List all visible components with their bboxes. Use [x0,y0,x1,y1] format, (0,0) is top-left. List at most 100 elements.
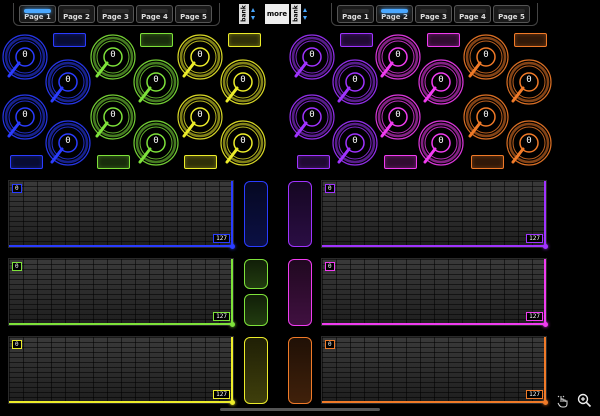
right-knob-purple-2-2[interactable]: 0 [332,120,378,166]
left-knob-blue-2-2-value: 0 [65,136,71,146]
left-knob-yellow-6-1-value: 0 [240,75,246,85]
right-knob-orange-5-2[interactable]: 0 [463,94,509,140]
left-knob-yellow-5-2-value: 0 [197,110,203,120]
right-knob-magenta-3-1[interactable]: 0 [375,34,421,80]
left-knob-blue-2-2[interactable]: 0 [45,120,91,166]
left-bank-button[interactable]: bank [239,4,249,24]
left-xy-pad-yellow-right-edge [231,337,233,403]
right-xy-pad-purple-handle[interactable] [543,244,548,249]
right-knob-magenta-3-2[interactable]: 0 [375,94,421,140]
right-knob-orange-6-1[interactable]: 0 [506,59,552,105]
right-xy-pad-purple-right-edge [544,181,546,247]
right-knob-magenta-4-2[interactable]: 0 [418,120,464,166]
left-xy-pad-green-max-label: 127 [213,312,230,321]
left-knob-blue-1-1[interactable]: 0 [2,34,48,80]
right-knob-magenta-4-1-value: 0 [438,75,444,85]
right-xy-pad-magenta-handle[interactable] [543,322,548,327]
right-xy-pad-orange-min-label: 0 [325,340,335,349]
right-knob-purple-2-2-value: 0 [352,136,358,146]
left-xy-pad-green[interactable]: 0 127 [8,258,235,327]
left-pad-top-yellow[interactable] [228,33,261,47]
right-xy-pad-magenta-min-label: 0 [325,262,335,271]
right-xy-pad-magenta-bottom-edge [322,323,546,325]
left-knob-green-3-2[interactable]: 0 [90,94,136,140]
right-pad-top-orange[interactable] [514,33,547,47]
left-xy-pad-yellow-max-label: 127 [213,390,230,399]
center-fader-blue[interactable] [244,181,268,247]
left-knob-yellow-6-2[interactable]: 0 [220,120,266,166]
center-button-green-top[interactable] [244,259,268,289]
right-pad-top-magenta[interactable] [427,33,460,47]
left-xy-pad-green-handle[interactable] [230,322,235,327]
right-xy-pad-orange-handle[interactable] [543,400,548,405]
left-knob-blue-1-2-value: 0 [22,110,28,120]
right-knob-purple-2-1-value: 0 [352,75,358,85]
right-knob-orange-6-2[interactable]: 0 [506,120,552,166]
left-knob-blue-1-1-value: 0 [22,50,28,60]
right-knob-magenta-3-1-value: 0 [395,50,401,60]
left-knob-yellow-6-1[interactable]: 0 [220,59,266,105]
right-knob-orange-6-2-value: 0 [526,136,532,146]
left-knob-yellow-5-2[interactable]: 0 [177,94,223,140]
center-fader-magenta[interactable] [288,259,312,326]
left-knob-blue-2-1-value: 0 [65,75,71,85]
right-knob-purple-2-1[interactable]: 0 [332,59,378,105]
center-button-green-bottom[interactable] [244,294,268,326]
left-knob-green-3-1-value: 0 [110,50,116,60]
right-knob-purple-1-1[interactable]: 0 [289,34,335,80]
right-knob-magenta-3-2-value: 0 [395,110,401,120]
left-knob-green-3-1[interactable]: 0 [90,34,136,80]
right-xy-pad-orange-max-label: 127 [526,390,543,399]
right-xy-pad-purple[interactable]: 0 127 [321,180,548,249]
center-fader-yellow[interactable] [244,337,268,404]
right-knob-orange-5-1[interactable]: 0 [463,34,509,80]
right-pad-bottom-orange[interactable] [471,155,504,169]
left-xy-pad-yellow[interactable]: 0 127 [8,336,235,405]
right-knob-purple-1-2[interactable]: 0 [289,94,335,140]
center-fader-purple[interactable] [288,181,312,247]
right-pad-top-purple[interactable] [340,33,373,47]
left-xy-pad-yellow-min-label: 0 [12,340,22,349]
left-knob-green-3-2-value: 0 [110,110,116,120]
left-xy-pad-blue[interactable]: 0 127 [8,180,235,249]
zoom-in-icon[interactable] [577,393,592,408]
left-knob-blue-1-2[interactable]: 0 [2,94,48,140]
right-pad-bottom-magenta[interactable] [384,155,417,169]
left-knob-blue-2-1[interactable]: 0 [45,59,91,105]
left-xy-pad-blue-max-label: 127 [213,234,230,243]
left-knob-green-4-1[interactable]: 0 [133,59,179,105]
left-xy-pad-blue-handle[interactable] [230,244,235,249]
left-xy-pad-green-bottom-edge [9,323,233,325]
more-button[interactable]: more [265,4,289,24]
left-pad-bottom-blue[interactable] [10,155,43,169]
left-xy-pad-blue-right-edge [231,181,233,247]
right-xy-pad-orange-right-edge [544,337,546,403]
right-bank-button[interactable]: bank [291,4,301,24]
left-bank-arrows-icon[interactable] [251,4,255,24]
left-xy-pad-yellow-handle[interactable] [230,400,235,405]
right-xy-pad-magenta-max-label: 127 [526,312,543,321]
left-knob-green-4-1-value: 0 [153,75,159,85]
right-xy-pad-orange[interactable]: 0 127 [321,336,548,405]
right-tab-strip [331,3,538,26]
right-xy-pad-orange-bottom-edge [322,401,546,403]
home-indicator [220,408,380,411]
left-knob-green-4-2[interactable]: 0 [133,120,179,166]
left-pad-bottom-yellow[interactable] [184,155,217,169]
right-pad-bottom-purple[interactable] [297,155,330,169]
right-knob-magenta-4-1[interactable]: 0 [418,59,464,105]
left-pad-top-blue[interactable] [53,33,86,47]
right-xy-pad-purple-min-label: 0 [325,184,335,193]
left-xy-pad-green-min-label: 0 [12,262,22,271]
left-pad-bottom-green[interactable] [97,155,130,169]
left-pad-top-green[interactable] [140,33,173,47]
right-bank-arrows-icon[interactable] [303,4,307,24]
right-knob-magenta-4-2-value: 0 [438,136,444,146]
left-xy-pad-green-right-edge [231,259,233,325]
right-xy-pad-purple-max-label: 127 [526,234,543,243]
right-xy-pad-magenta[interactable]: 0 127 [321,258,548,327]
left-knob-yellow-5-1[interactable]: 0 [177,34,223,80]
center-fader-orange[interactable] [288,337,312,404]
hand-pointer-icon[interactable] [556,394,570,408]
right-knob-purple-1-2-value: 0 [309,110,315,120]
